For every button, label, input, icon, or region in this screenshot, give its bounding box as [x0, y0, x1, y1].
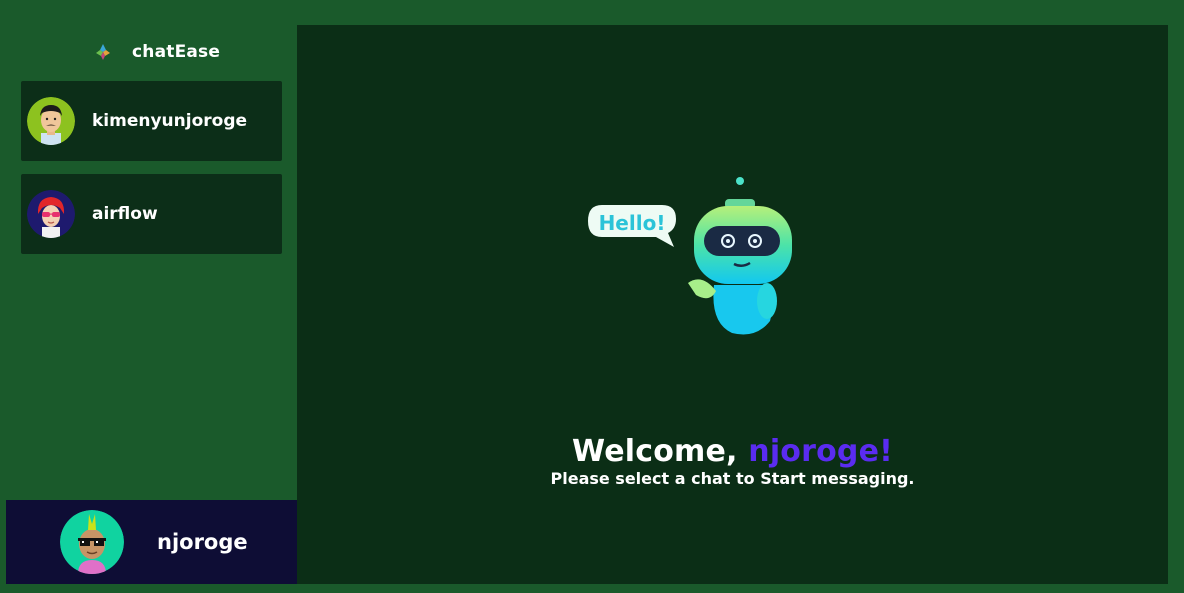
contact-name: airflow: [92, 204, 158, 224]
man-with-mustache-avatar: [27, 97, 75, 145]
welcome-heading: Welcome, njoroge!: [297, 433, 1168, 471]
welcome-prefix: Welcome,: [571, 434, 749, 469]
brand: chatEase: [92, 38, 220, 66]
current-user-bar[interactable]: njoroge: [6, 500, 297, 584]
current-user-name: njoroge: [157, 530, 248, 554]
app-name: chatEase: [132, 42, 221, 62]
woman-with-red-hair-sunglasses-avatar: [27, 190, 75, 238]
contact-item-kimenyunjoroge[interactable]: kimenyunjoroge: [21, 81, 282, 161]
mohawk-pixel-sunglasses-avatar: [60, 510, 124, 574]
sidebar: chatEase kimenyunjoroge airflow njoroge: [0, 0, 297, 593]
contact-item-airflow[interactable]: airflow: [21, 174, 282, 254]
speech-bubble-text: Hello!: [599, 211, 666, 235]
contact-name: kimenyunjoroge: [92, 111, 248, 131]
welcome-subtitle: Please select a chat to Start messaging.: [550, 469, 915, 488]
app-window: chatEase kimenyunjoroge airflow njoroge …: [0, 0, 1184, 593]
main-panel: Hello! Welcome, njoroge! Please select a…: [297, 25, 1168, 584]
app-logo-icon: [92, 41, 114, 63]
welcome-username: njoroge!: [748, 434, 894, 469]
robot-waving-icon: Hello!: [584, 173, 799, 338]
